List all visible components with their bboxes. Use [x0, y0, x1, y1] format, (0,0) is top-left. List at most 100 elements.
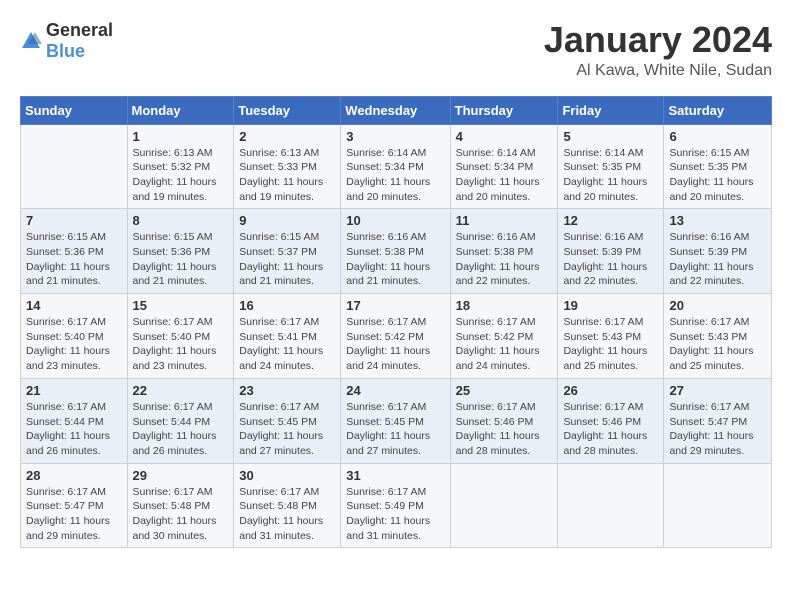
day-cell: [558, 463, 664, 548]
day-cell: 6 Sunrise: 6:15 AMSunset: 5:35 PMDaylight…: [664, 124, 772, 209]
day-number: 7: [26, 213, 122, 228]
day-info: Sunrise: 6:14 AMSunset: 5:34 PMDaylight:…: [456, 146, 553, 205]
day-cell: 8 Sunrise: 6:15 AMSunset: 5:36 PMDaylight…: [127, 209, 234, 294]
day-number: 23: [239, 383, 335, 398]
title-section: January 2024 Al Kawa, White Nile, Sudan: [544, 20, 772, 80]
day-number: 11: [456, 213, 553, 228]
day-cell: [450, 463, 558, 548]
day-cell: 4 Sunrise: 6:14 AMSunset: 5:34 PMDaylight…: [450, 124, 558, 209]
day-info: Sunrise: 6:17 AMSunset: 5:42 PMDaylight:…: [456, 315, 553, 374]
day-number: 10: [346, 213, 444, 228]
day-cell: [21, 124, 128, 209]
day-cell: 21 Sunrise: 6:17 AMSunset: 5:44 PMDayligh…: [21, 378, 128, 463]
day-number: 30: [239, 468, 335, 483]
day-info: Sunrise: 6:17 AMSunset: 5:40 PMDaylight:…: [26, 315, 122, 374]
day-cell: 3Sunrise: 6:14 AMSunset: 5:34 PMDaylight…: [341, 124, 450, 209]
day-number: 2: [239, 129, 335, 144]
day-cell: 18 Sunrise: 6:17 AMSunset: 5:42 PMDayligh…: [450, 294, 558, 379]
column-header-tuesday: Tuesday: [234, 96, 341, 124]
day-info: Sunrise: 6:15 AMSunset: 5:36 PMDaylight:…: [133, 230, 229, 289]
day-info: Sunrise: 6:15 AMSunset: 5:36 PMDaylight:…: [26, 230, 122, 289]
day-info: Sunrise: 6:14 AMSunset: 5:35 PMDaylight:…: [563, 146, 658, 205]
day-number: 14: [26, 298, 122, 313]
column-header-sunday: Sunday: [21, 96, 128, 124]
day-number: 21: [26, 383, 122, 398]
day-info: Sunrise: 6:16 AMSunset: 5:39 PMDaylight:…: [669, 230, 766, 289]
logo: General Blue: [20, 20, 113, 62]
day-cell: 19 Sunrise: 6:17 AMSunset: 5:43 PMDayligh…: [558, 294, 664, 379]
day-info: Sunrise: 6:17 AMSunset: 5:48 PMDaylight:…: [239, 485, 335, 544]
day-number: 28: [26, 468, 122, 483]
day-number: 22: [133, 383, 229, 398]
day-info: Sunrise: 6:17 AMSunset: 5:43 PMDaylight:…: [669, 315, 766, 374]
day-info: Sunrise: 6:17 AMSunset: 5:45 PMDaylight:…: [346, 400, 444, 459]
day-number: 31: [346, 468, 444, 483]
day-cell: [664, 463, 772, 548]
day-cell: 25Sunrise: 6:17 AMSunset: 5:46 PMDayligh…: [450, 378, 558, 463]
calendar-table: SundayMondayTuesdayWednesdayThursdayFrid…: [20, 96, 772, 549]
day-number: 3: [346, 129, 444, 144]
day-info: Sunrise: 6:17 AMSunset: 5:40 PMDaylight:…: [133, 315, 229, 374]
day-cell: 17 Sunrise: 6:17 AMSunset: 5:42 PMDayligh…: [341, 294, 450, 379]
day-info: Sunrise: 6:15 AMSunset: 5:37 PMDaylight:…: [239, 230, 335, 289]
day-info: Sunrise: 6:13 AMSunset: 5:32 PMDaylight:…: [133, 146, 229, 205]
day-info: Sunrise: 6:17 AMSunset: 5:49 PMDaylight:…: [346, 485, 444, 544]
week-row-1: 1 Sunrise: 6:13 AMSunset: 5:32 PMDaylight…: [21, 124, 772, 209]
day-cell: 28 Sunrise: 6:17 AMSunset: 5:47 PMDayligh…: [21, 463, 128, 548]
column-header-wednesday: Wednesday: [341, 96, 450, 124]
day-number: 18: [456, 298, 553, 313]
day-cell: 30 Sunrise: 6:17 AMSunset: 5:48 PMDayligh…: [234, 463, 341, 548]
day-number: 1: [133, 129, 229, 144]
day-cell: 13Sunrise: 6:16 AMSunset: 5:39 PMDayligh…: [664, 209, 772, 294]
day-number: 20: [669, 298, 766, 313]
day-info: Sunrise: 6:17 AMSunset: 5:47 PMDaylight:…: [26, 485, 122, 544]
logo-icon: [20, 30, 42, 52]
day-info: Sunrise: 6:15 AMSunset: 5:35 PMDaylight:…: [669, 146, 766, 205]
day-cell: 22 Sunrise: 6:17 AMSunset: 5:44 PMDayligh…: [127, 378, 234, 463]
column-header-monday: Monday: [127, 96, 234, 124]
day-info: Sunrise: 6:17 AMSunset: 5:44 PMDaylight:…: [133, 400, 229, 459]
day-cell: 20 Sunrise: 6:17 AMSunset: 5:43 PMDayligh…: [664, 294, 772, 379]
day-info: Sunrise: 6:13 AMSunset: 5:33 PMDaylight:…: [239, 146, 335, 205]
day-info: Sunrise: 6:17 AMSunset: 5:43 PMDaylight:…: [563, 315, 658, 374]
day-number: 17: [346, 298, 444, 313]
day-cell: 26 Sunrise: 6:17 AMSunset: 5:46 PMDayligh…: [558, 378, 664, 463]
day-cell: 5Sunrise: 6:14 AMSunset: 5:35 PMDaylight…: [558, 124, 664, 209]
week-row-4: 21 Sunrise: 6:17 AMSunset: 5:44 PMDayligh…: [21, 378, 772, 463]
day-cell: 14 Sunrise: 6:17 AMSunset: 5:40 PMDayligh…: [21, 294, 128, 379]
day-info: Sunrise: 6:16 AMSunset: 5:38 PMDaylight:…: [456, 230, 553, 289]
day-cell: 10 Sunrise: 6:16 AMSunset: 5:38 PMDayligh…: [341, 209, 450, 294]
day-number: 9: [239, 213, 335, 228]
day-number: 29: [133, 468, 229, 483]
day-number: 6: [669, 129, 766, 144]
day-number: 26: [563, 383, 658, 398]
column-header-saturday: Saturday: [664, 96, 772, 124]
day-cell: 27 Sunrise: 6:17 AMSunset: 5:47 PMDayligh…: [664, 378, 772, 463]
day-info: Sunrise: 6:17 AMSunset: 5:45 PMDaylight:…: [239, 400, 335, 459]
day-cell: 12 Sunrise: 6:16 AMSunset: 5:39 PMDayligh…: [558, 209, 664, 294]
day-cell: 11 Sunrise: 6:16 AMSunset: 5:38 PMDayligh…: [450, 209, 558, 294]
day-number: 8: [133, 213, 229, 228]
day-number: 15: [133, 298, 229, 313]
day-info: Sunrise: 6:17 AMSunset: 5:47 PMDaylight:…: [669, 400, 766, 459]
day-info: Sunrise: 6:16 AMSunset: 5:39 PMDaylight:…: [563, 230, 658, 289]
column-header-friday: Friday: [558, 96, 664, 124]
day-info: Sunrise: 6:17 AMSunset: 5:44 PMDaylight:…: [26, 400, 122, 459]
day-cell: 2 Sunrise: 6:13 AMSunset: 5:33 PMDaylight…: [234, 124, 341, 209]
day-info: Sunrise: 6:17 AMSunset: 5:42 PMDaylight:…: [346, 315, 444, 374]
day-number: 19: [563, 298, 658, 313]
logo-text: General Blue: [46, 20, 113, 62]
day-number: 12: [563, 213, 658, 228]
day-number: 27: [669, 383, 766, 398]
day-info: Sunrise: 6:17 AMSunset: 5:41 PMDaylight:…: [239, 315, 335, 374]
day-info: Sunrise: 6:17 AMSunset: 5:46 PMDaylight:…: [563, 400, 658, 459]
column-header-thursday: Thursday: [450, 96, 558, 124]
main-title: January 2024: [544, 20, 772, 60]
day-info: Sunrise: 6:16 AMSunset: 5:38 PMDaylight:…: [346, 230, 444, 289]
day-cell: 16 Sunrise: 6:17 AMSunset: 5:41 PMDayligh…: [234, 294, 341, 379]
day-info: Sunrise: 6:17 AMSunset: 5:46 PMDaylight:…: [456, 400, 553, 459]
day-number: 4: [456, 129, 553, 144]
day-cell: 29Sunrise: 6:17 AMSunset: 5:48 PMDayligh…: [127, 463, 234, 548]
day-cell: 1 Sunrise: 6:13 AMSunset: 5:32 PMDaylight…: [127, 124, 234, 209]
day-number: 16: [239, 298, 335, 313]
